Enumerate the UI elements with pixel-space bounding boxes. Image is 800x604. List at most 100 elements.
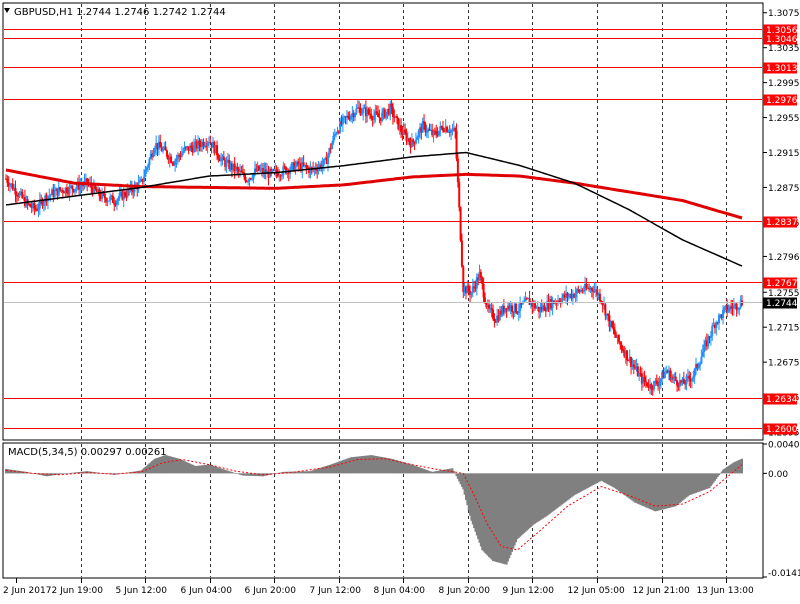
current-price-label: 1.2744 bbox=[766, 299, 798, 309]
candle-bull bbox=[341, 117, 344, 125]
candle-bull bbox=[290, 163, 293, 170]
candle-bull bbox=[693, 369, 696, 377]
candle-bull bbox=[115, 200, 118, 205]
candle-bear bbox=[467, 285, 470, 292]
y-tick-label: 1.3035 bbox=[768, 44, 800, 54]
candle-bull bbox=[332, 135, 335, 143]
candle-bull bbox=[417, 130, 420, 138]
candle-bull bbox=[182, 151, 185, 154]
candle-bear bbox=[607, 313, 610, 316]
candle-bull bbox=[180, 153, 183, 157]
candle-bull bbox=[517, 310, 520, 314]
candle-bull bbox=[722, 309, 725, 318]
candle-bull bbox=[18, 193, 21, 197]
candle-bear bbox=[240, 170, 243, 173]
candle-bull bbox=[259, 169, 262, 171]
candle-bull bbox=[653, 381, 656, 390]
candle-bear bbox=[543, 305, 546, 311]
candle-bear bbox=[619, 342, 622, 345]
level-label: 1.3046 bbox=[766, 35, 798, 45]
candle-bear bbox=[735, 303, 738, 311]
candle-bear bbox=[440, 126, 443, 128]
candle-bear bbox=[370, 114, 373, 119]
candle-bear bbox=[159, 141, 162, 148]
candle-bear bbox=[479, 271, 482, 278]
candle-bull bbox=[451, 129, 454, 131]
candle-bear bbox=[171, 162, 174, 164]
x-tick-label: 12 Jun 05:00 bbox=[568, 586, 625, 596]
candle-bull bbox=[355, 108, 358, 114]
candle-bear bbox=[21, 191, 24, 198]
candle-bull bbox=[282, 166, 285, 175]
x-tick-label: 8 Jun 04:00 bbox=[374, 586, 426, 596]
candle-bear bbox=[590, 288, 593, 291]
x-tick-label: 5 Jun 12:00 bbox=[116, 586, 168, 596]
macd-y-tick-label: 0.00 bbox=[768, 470, 788, 480]
candle-bear bbox=[644, 381, 647, 383]
y-tick-label: 1.2755 bbox=[768, 289, 800, 299]
candle-bear bbox=[442, 127, 444, 131]
candle-bull bbox=[118, 192, 121, 198]
y-tick-label: 1.2875 bbox=[768, 184, 800, 194]
candle-bull bbox=[703, 344, 706, 352]
candle-bull bbox=[225, 161, 228, 167]
candle-bull bbox=[109, 196, 112, 201]
x-tick-label: 7 Jun 12:00 bbox=[310, 586, 362, 596]
candle-bear bbox=[643, 376, 646, 382]
candle-bull bbox=[690, 378, 693, 382]
candle-bull bbox=[153, 148, 156, 153]
candle-bear bbox=[613, 329, 616, 335]
candle-bear bbox=[283, 166, 286, 168]
candle-bull bbox=[385, 111, 388, 118]
candle-bear bbox=[396, 116, 398, 118]
candle-bull bbox=[220, 158, 223, 162]
candle-bear bbox=[82, 185, 85, 187]
candle-bull bbox=[147, 165, 150, 168]
candle-bull bbox=[437, 130, 440, 136]
candle-bull bbox=[663, 372, 666, 379]
candle-bear bbox=[222, 156, 225, 161]
candle-bear bbox=[674, 376, 677, 381]
candle-bear bbox=[391, 107, 394, 117]
candle-bear bbox=[612, 327, 615, 330]
candle-bull bbox=[567, 295, 570, 298]
candle-bear bbox=[558, 300, 561, 302]
candle-bull bbox=[206, 142, 209, 146]
candle-bull bbox=[425, 132, 428, 134]
candle-bull bbox=[685, 376, 688, 385]
candle-bull bbox=[107, 200, 110, 202]
candle-bull bbox=[658, 381, 661, 387]
canvas-background bbox=[0, 0, 800, 600]
candle-bull bbox=[362, 108, 365, 113]
candle-bear bbox=[493, 318, 496, 322]
candle-bull bbox=[327, 155, 329, 165]
candle-bear bbox=[103, 193, 106, 199]
x-tick-label: 2 Jun 2017 bbox=[3, 586, 51, 596]
candle-bull bbox=[333, 134, 336, 136]
candle-bear bbox=[544, 310, 547, 312]
candle-bear bbox=[488, 304, 490, 309]
macd-header-text: MACD(5,34,5) 0.00297 0.00261 bbox=[8, 447, 167, 458]
candle-bear bbox=[424, 123, 427, 133]
candle-bear bbox=[14, 187, 17, 195]
candle-bull bbox=[322, 159, 325, 165]
candle-bear bbox=[459, 207, 462, 241]
candle-bull bbox=[143, 176, 145, 182]
macd-y-tick-label: 0.00402 bbox=[768, 441, 800, 451]
candle-bear bbox=[305, 165, 308, 168]
candle-bear bbox=[164, 146, 167, 151]
candle-bear bbox=[730, 306, 733, 308]
candle-bull bbox=[148, 158, 151, 166]
candle-bull bbox=[117, 197, 120, 201]
candle-bear bbox=[166, 150, 168, 157]
candle-bull bbox=[381, 112, 384, 121]
candle-bear bbox=[217, 155, 220, 159]
candle-bear bbox=[244, 176, 247, 182]
candle-bear bbox=[515, 303, 518, 313]
candle-bull bbox=[738, 307, 741, 310]
candle-bear bbox=[492, 309, 495, 319]
candle-bull bbox=[561, 297, 564, 303]
level-label: 1.2767 bbox=[766, 279, 798, 289]
candle-bear bbox=[456, 158, 459, 183]
candle-bear bbox=[655, 380, 658, 384]
